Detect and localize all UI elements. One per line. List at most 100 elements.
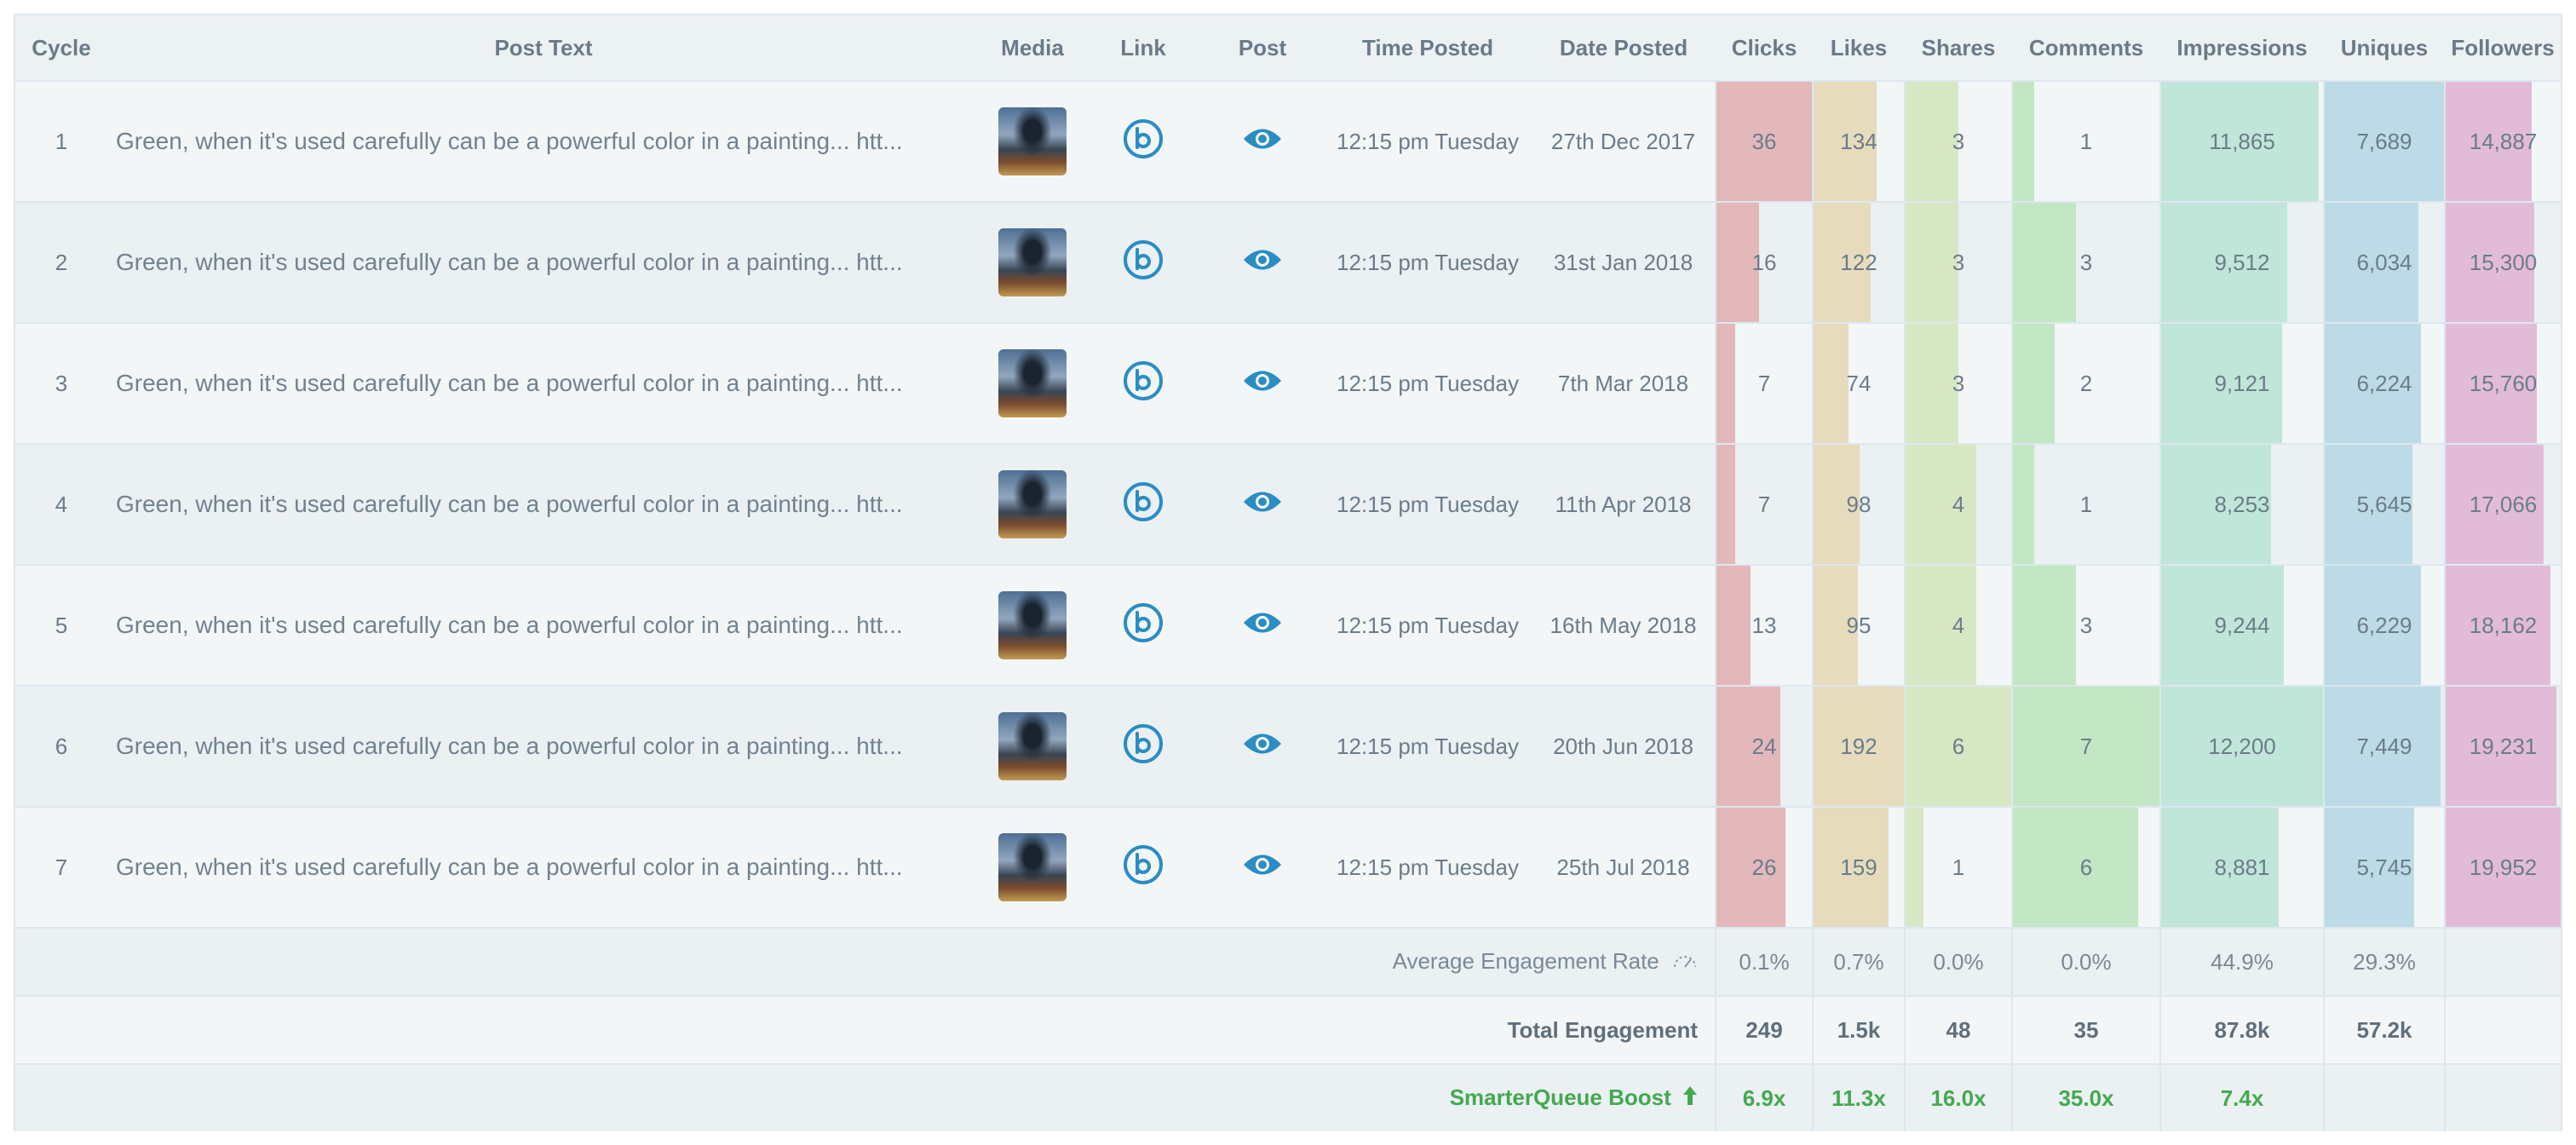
header-shares[interactable]: Shares [1905,15,2012,82]
shares-bar [1906,324,1958,443]
header-link[interactable]: Link [1085,15,1201,82]
header-comments[interactable]: Comments [2012,15,2160,82]
total-impressions: 87.8k [2159,995,2324,1064]
media-cell [980,807,1085,929]
media-thumbnail[interactable] [998,833,1067,901]
eye-icon[interactable] [1242,247,1283,279]
eye-icon[interactable] [1242,610,1283,642]
followers-cell: 19,231 [2444,686,2561,808]
post-text[interactable]: Green, when it's used carefully can be a… [107,81,980,203]
table-row[interactable]: 1 Green, when it's used carefully can be … [15,81,2561,203]
followers-cell: 15,760 [2444,323,2561,445]
clicks-cell: 24 [1715,686,1813,808]
uniques-value: 6,229 [2356,612,2412,638]
likes-cell: 122 [1812,202,1905,324]
uniques-value: 5,645 [2356,491,2412,517]
uniques-value: 7,449 [2356,733,2412,759]
impressions-cell: 8,253 [2159,444,2324,566]
media-thumbnail[interactable] [998,228,1067,296]
comments-cell: 2 [2011,323,2160,445]
header-followers[interactable]: Followers [2445,15,2561,82]
avg-followers [2444,927,2561,996]
header-media[interactable]: Media [980,15,1085,82]
link-cell [1085,323,1201,445]
header-time-posted[interactable]: Time Posted [1324,15,1532,82]
boost-label: SmarterQueue Boost [1449,1084,1671,1110]
bitly-link-icon[interactable] [1122,480,1164,529]
total-clicks: 249 [1715,995,1813,1064]
eye-icon[interactable] [1242,852,1283,883]
header-cycle[interactable]: Cycle [15,15,107,82]
media-cell [980,565,1085,687]
comments-cell: 7 [2011,686,2160,808]
post-text[interactable]: Green, when it's used carefully can be a… [107,807,980,929]
bitly-link-icon[interactable] [1122,360,1164,408]
bitly-link-icon[interactable] [1122,843,1164,892]
post-cell [1201,444,1324,566]
clicks-cell: 26 [1715,807,1813,929]
table-row[interactable]: 4 Green, when it's used carefully can be … [15,444,2561,566]
table-row[interactable]: 3 Green, when it's used carefully can be … [15,323,2561,445]
likes-cell: 134 [1812,81,1905,203]
table-row[interactable]: 5 Green, when it's used carefully can be … [15,565,2561,687]
post-text[interactable]: Green, when it's used carefully can be a… [107,565,980,687]
table-row[interactable]: 7 Green, when it's used carefully can be … [15,807,2561,929]
clicks-bar [1716,566,1751,685]
header-clicks[interactable]: Clicks [1716,15,1813,82]
comments-bar [2013,808,2139,927]
comments-value: 6 [2079,854,2093,880]
uniques-cell: 6,034 [2323,202,2445,324]
impressions-cell: 9,121 [2159,323,2324,445]
media-thumbnail[interactable] [998,470,1067,538]
header-likes[interactable]: Likes [1813,15,1905,82]
comments-cell: 1 [2011,81,2160,203]
total-comments: 35 [2011,995,2160,1064]
total-engagement-label: Total Engagement [15,995,1716,1064]
table-row[interactable]: 2 Green, when it's used carefully can be … [15,202,2561,324]
header-impressions[interactable]: Impressions [2160,15,2324,82]
post-text[interactable]: Green, when it's used carefully can be a… [107,444,980,566]
media-cell [980,444,1085,566]
header-date-posted[interactable]: Date Posted [1532,15,1716,82]
shares-value: 4 [1952,612,1965,638]
eye-icon[interactable] [1242,731,1283,762]
shares-cell: 3 [1904,81,2012,203]
eye-icon[interactable] [1242,489,1283,521]
header-post[interactable]: Post [1201,15,1324,82]
boost-shares: 16.0x [1904,1063,2012,1131]
media-thumbnail[interactable] [998,107,1067,175]
post-cell [1201,807,1324,929]
eye-icon[interactable] [1242,126,1283,158]
date-posted: 27th Dec 2017 [1532,81,1716,203]
bitly-link-icon[interactable] [1122,118,1164,166]
shares-bar [1906,445,1976,564]
bitly-link-icon[interactable] [1122,601,1164,650]
post-cell [1201,686,1324,808]
bitly-link-icon[interactable] [1122,722,1164,771]
media-thumbnail[interactable] [998,349,1067,417]
media-thumbnail[interactable] [998,591,1067,659]
average-engagement-row: Average Engagement Rate 0.1% 0.7% 0.0% 0… [15,927,2561,996]
post-text[interactable]: Green, when it's used carefully can be a… [107,686,980,808]
shares-cell: 4 [1904,444,2012,566]
avg-comments: 0.0% [2011,927,2160,996]
header-post-text[interactable]: Post Text [107,15,980,82]
likes-value: 122 [1840,249,1877,275]
uniques-cell: 5,645 [2323,444,2445,566]
media-cell [980,202,1085,324]
impressions-value: 12,200 [2208,733,2276,759]
eye-icon[interactable] [1242,368,1283,400]
post-text[interactable]: Green, when it's used carefully can be a… [107,202,980,324]
media-thumbnail[interactable] [998,712,1067,780]
likes-value: 95 [1846,612,1872,638]
shares-bar [1906,203,1958,322]
shares-value: 3 [1952,249,1965,275]
table-row[interactable]: 6 Green, when it's used carefully can be … [15,686,2561,808]
likes-cell: 95 [1812,565,1905,687]
time-posted: 12:15 pm Tuesday [1324,807,1532,929]
header-uniques[interactable]: Uniques [2324,15,2445,82]
bitly-link-icon[interactable] [1122,239,1164,287]
followers-cell: 17,066 [2444,444,2561,566]
gauge-icon[interactable] [1672,949,1698,975]
post-text[interactable]: Green, when it's used carefully can be a… [107,323,980,445]
